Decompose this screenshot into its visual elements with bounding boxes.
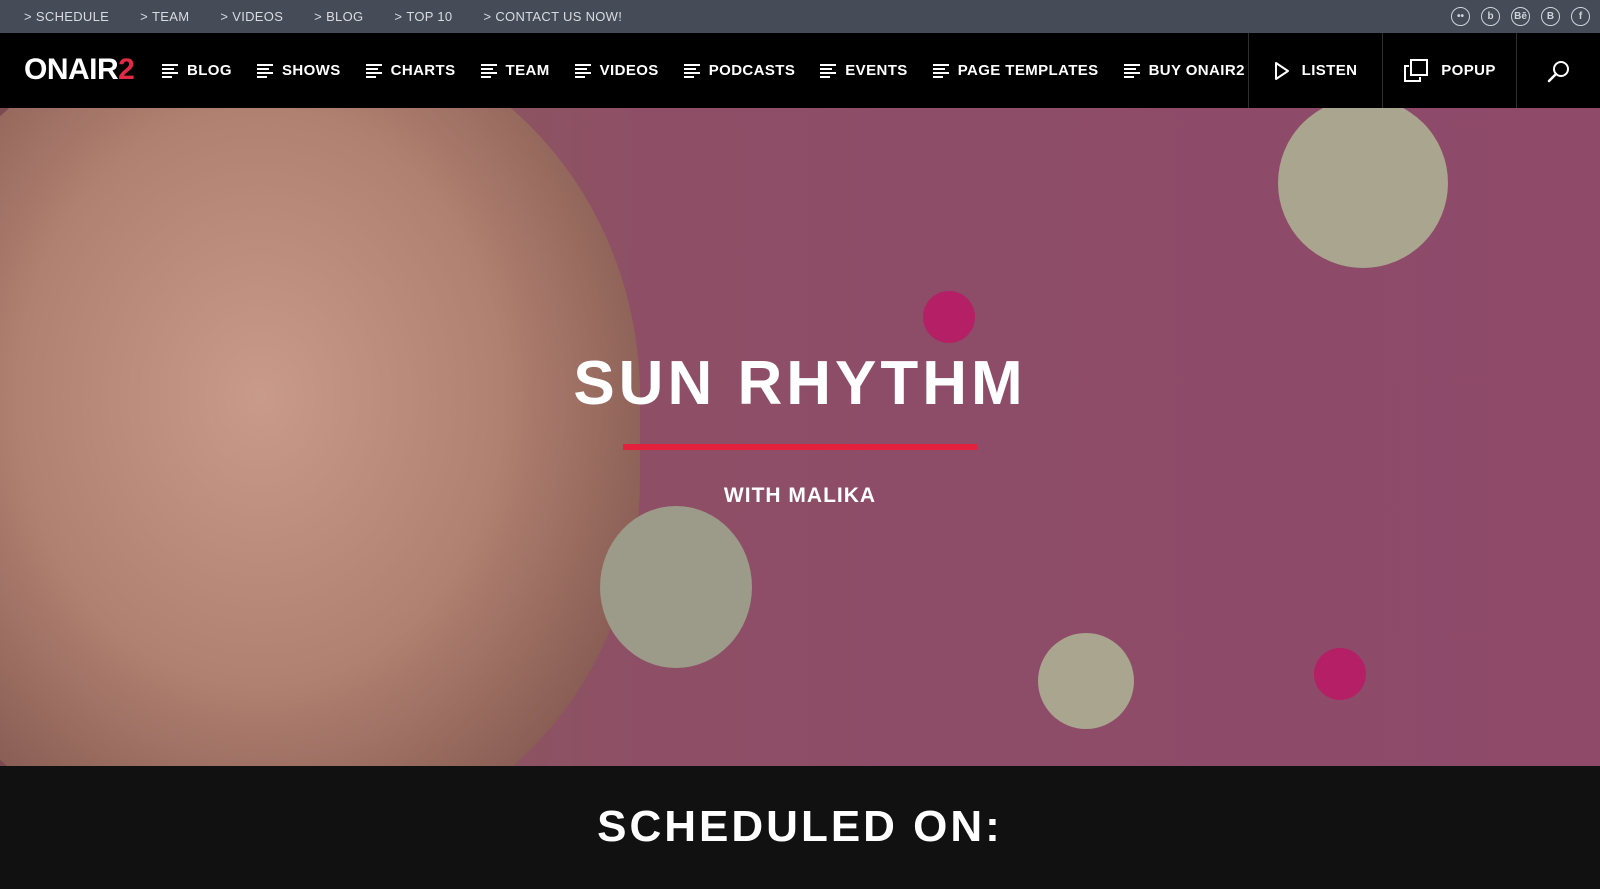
main-menu: BLOG SHOWS CHARTS TEAM VIDEOS PODCASTS E… xyxy=(162,33,1270,108)
flickr-icon[interactable]: •• xyxy=(1451,7,1470,26)
nav-item-buy-onair2[interactable]: BUY ONAIR2 xyxy=(1123,62,1245,79)
menu-lines-icon xyxy=(683,63,700,78)
nav-item-shows[interactable]: SHOWS xyxy=(256,62,341,79)
decor-dot xyxy=(1038,633,1134,729)
menu-lines-icon xyxy=(1123,63,1140,78)
show-title: SUN RHYTHM xyxy=(573,349,1027,418)
nav-item-blog[interactable]: BLOG xyxy=(162,62,232,79)
play-icon xyxy=(1274,61,1289,80)
title-underline xyxy=(623,444,977,450)
menu-lines-icon xyxy=(365,63,382,78)
schedule-section: SCHEDULED ON: xyxy=(0,766,1600,889)
top-link-contact[interactable]: > CONTACT US NOW! xyxy=(483,9,622,24)
top-link-schedule[interactable]: > SCHEDULE xyxy=(24,9,109,24)
top-link-team[interactable]: > TEAM xyxy=(140,9,189,24)
menu-lines-icon xyxy=(932,63,949,78)
menu-lines-icon xyxy=(162,63,178,78)
menu-lines-icon xyxy=(480,63,497,78)
hero-banner: SUN RHYTHM WITH MALIKA xyxy=(0,108,1600,766)
site-logo[interactable]: ONAIR2 xyxy=(24,53,135,87)
nav-right-buttons: LISTEN POPUP xyxy=(1248,33,1600,108)
behance-icon[interactable]: Bē xyxy=(1511,7,1530,26)
schedule-heading: SCHEDULED ON: xyxy=(597,802,1003,851)
top-links: > SCHEDULE > TEAM > VIDEOS > BLOG > TOP 10 > C… xyxy=(0,9,653,24)
menu-lines-icon xyxy=(574,63,591,78)
facebook-icon[interactable]: f xyxy=(1571,7,1590,26)
search-icon xyxy=(1547,60,1569,82)
nav-item-charts[interactable]: CHARTS xyxy=(365,62,456,79)
popup-window-icon xyxy=(1404,58,1429,82)
top-utility-bar: > SCHEDULE > TEAM > VIDEOS > BLOG > TOP 10 > C… xyxy=(0,0,1600,33)
nav-item-podcasts[interactable]: PODCASTS xyxy=(683,62,796,79)
top-link-blog[interactable]: > BLOG xyxy=(314,9,363,24)
popup-button[interactable]: POPUP xyxy=(1382,33,1516,108)
top-link-top-10[interactable]: > TOP 10 xyxy=(394,9,452,24)
decor-dot xyxy=(600,506,752,668)
search-button[interactable] xyxy=(1516,33,1600,108)
blogger-icon[interactable]: b xyxy=(1481,7,1500,26)
nav-item-videos[interactable]: VIDEOS xyxy=(574,62,659,79)
show-host: WITH MALIKA xyxy=(723,484,877,507)
nav-item-team[interactable]: TEAM xyxy=(480,62,550,79)
hero-photo-face xyxy=(0,108,640,766)
blogger-alt-icon[interactable]: B xyxy=(1541,7,1560,26)
social-icons: •• b Bē B f xyxy=(1440,7,1590,26)
nav-item-page-templates[interactable]: PAGE TEMPLATES xyxy=(932,62,1099,79)
decor-dot xyxy=(923,291,975,343)
listen-button[interactable]: LISTEN xyxy=(1248,33,1382,108)
decor-dot xyxy=(1314,648,1366,700)
menu-lines-icon xyxy=(256,63,273,78)
nav-item-events[interactable]: EVENTS xyxy=(820,62,907,79)
menu-lines-icon xyxy=(820,63,837,78)
main-navigation: ONAIR2 BLOG SHOWS CHARTS TEAM VIDEOS POD… xyxy=(0,33,1600,108)
top-link-videos[interactable]: > VIDEOS xyxy=(220,9,283,24)
decor-dot xyxy=(1278,108,1448,268)
